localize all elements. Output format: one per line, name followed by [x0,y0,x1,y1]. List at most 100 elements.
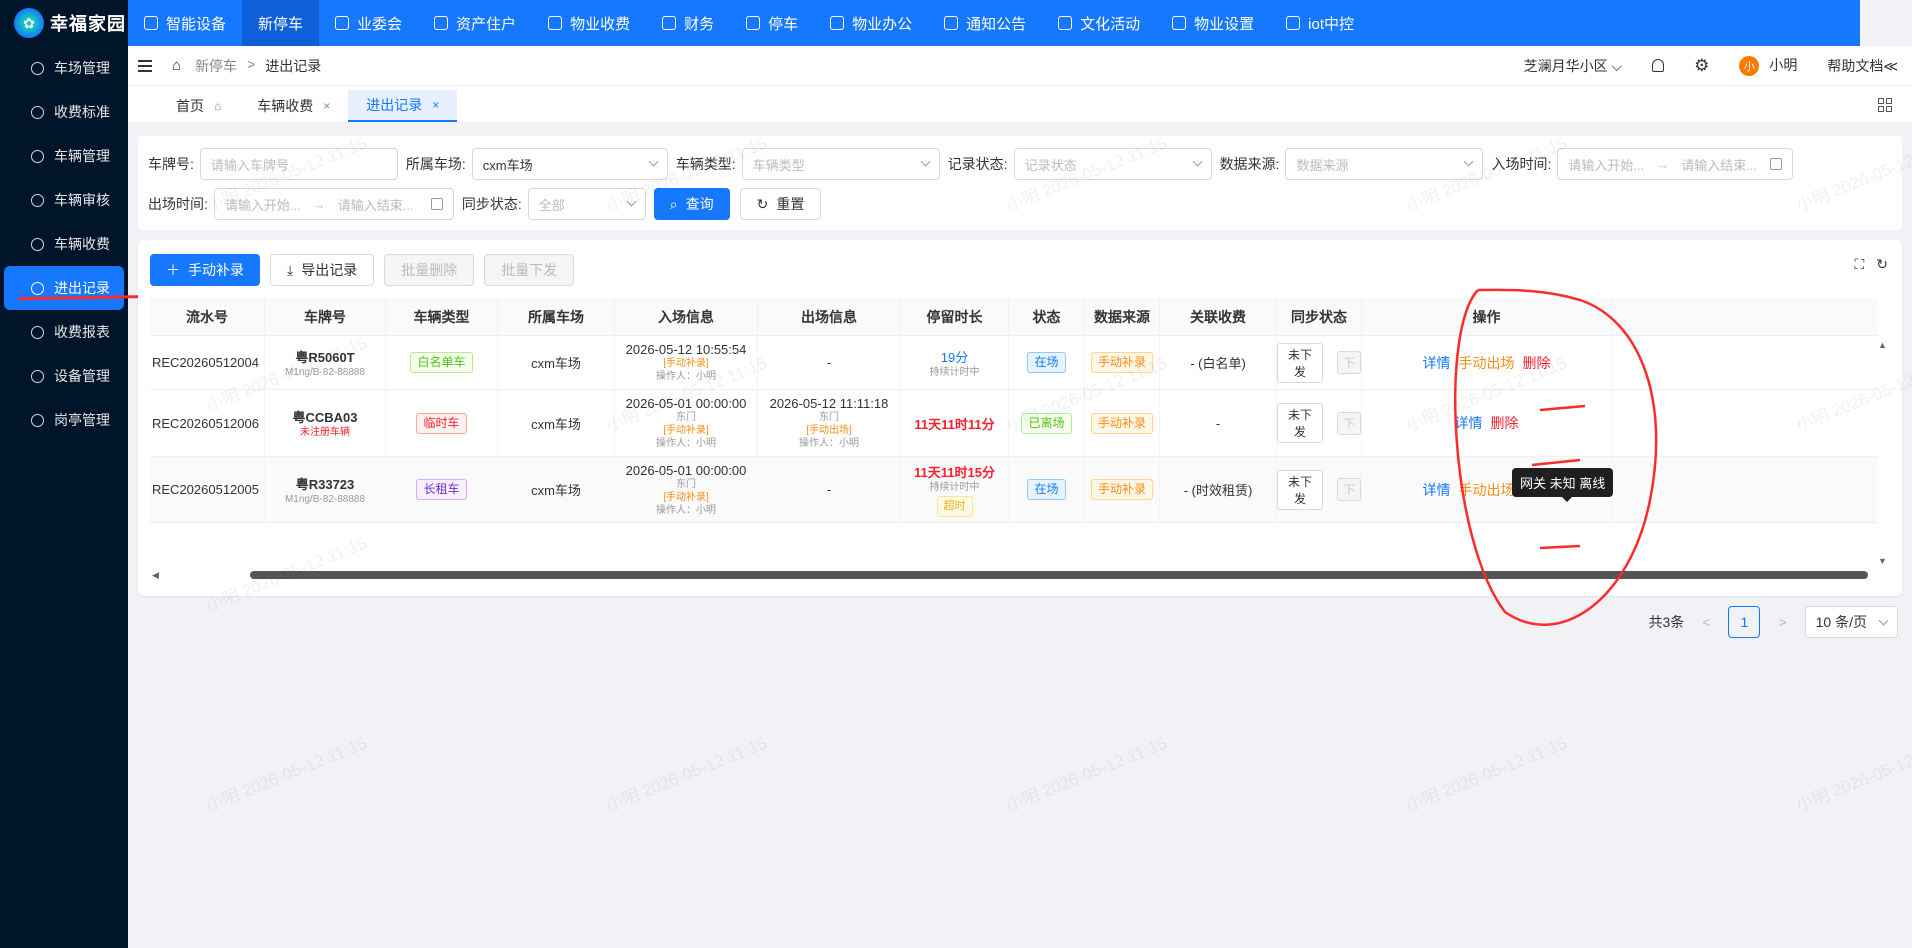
top-menu-item[interactable]: 停车 [730,0,814,46]
sync-send-button[interactable]: 下 [1336,351,1361,374]
top-menu-item[interactable]: 业委会 [319,0,418,46]
top-menu-item[interactable]: 新停车 [242,0,320,46]
breadcrumb-parent[interactable]: 新停车 [195,56,237,76]
tab-label: 首页 [176,98,204,114]
fullscreen-icon[interactable]: ⛶ [1854,256,1864,273]
bell-icon[interactable] [1652,59,1665,72]
chevron-down-icon [1192,156,1203,167]
entry-operator: 操作人：小明 [656,504,716,516]
table-cell: 未下发下 [1277,390,1362,456]
search-button[interactable]: ⌕ 查询 [653,188,730,220]
sync-send-button[interactable]: 下 [1336,478,1361,501]
sidebar-item[interactable]: 设备管理 [4,354,124,398]
horizontal-scrollbar[interactable]: ◀ [150,570,1870,580]
status-tag: 在场 [1027,479,1066,500]
sync-status-button[interactable]: 未下发 [1277,469,1323,510]
sidebar-item[interactable]: 收费标准 [4,90,124,134]
top-menu-item[interactable]: 通知公告 [928,0,1042,46]
record-status-select[interactable]: 记录状态 [1013,148,1212,180]
top-menu-item[interactable]: 文化活动 [1042,0,1156,46]
close-icon[interactable]: × [323,99,330,113]
top-menu-label: 停车 [768,15,799,33]
exit-source-tag: [手动出场] [806,425,852,436]
sidebar-item[interactable]: 车辆审核 [4,178,124,222]
help-docs-link[interactable]: 帮助文档≪ [1827,56,1898,76]
search-button-label: 查询 [685,196,714,212]
sidebar-item[interactable]: 车辆管理 [4,134,124,178]
user-menu[interactable]: 小小明 [1739,55,1797,76]
top-menu-item[interactable]: 资产住户 [418,0,532,46]
manual-exit-link[interactable]: 手动出场 [1459,480,1515,500]
app-logo[interactable]: ✿ 幸福家园 [0,0,128,46]
menu-icon [1286,16,1301,30]
batch-send-button[interactable]: 批量下发 [484,254,575,286]
community-select[interactable]: 芝澜月华小区 ⌵ [1524,56,1623,76]
manual-add-button[interactable]: ＋ 手动补录 [150,254,260,286]
sidebar-item[interactable]: 收费报表 [4,310,124,354]
column-header: 出场信息 [758,298,901,335]
refresh-icon[interactable]: ↻ [1876,256,1888,273]
table-cell: 已离场 [1009,390,1085,456]
vertical-scrollbar[interactable]: ▲ ▼ [1878,340,1888,566]
data-source-tag: 手动补录 [1090,352,1153,373]
sidebar-item[interactable]: 进出记录 [4,266,124,310]
home-icon[interactable]: ⌂ [172,57,181,74]
sidebar-item-label: 岗亭管理 [54,412,110,428]
next-page-button[interactable]: > [1778,614,1786,630]
delete-link[interactable]: 删除 [1523,353,1551,373]
detail-link[interactable]: 详情 [1423,353,1451,373]
home-icon: ⌂ [214,99,222,113]
menu-fold-icon[interactable] [138,59,152,72]
top-menu-item[interactable]: 财务 [646,0,730,46]
menu-icon [335,16,350,30]
sidebar-item[interactable]: 车场管理 [4,46,124,90]
close-icon[interactable]: × [432,98,439,112]
top-menu-item[interactable]: 智能设备 [128,0,242,46]
top-menu-item[interactable]: iot中控 [1270,0,1370,46]
manual-exit-link[interactable]: 手动出场 [1459,353,1515,373]
detail-link[interactable]: 详情 [1423,480,1451,500]
page-size-select[interactable]: 10 条/页 [1804,606,1898,638]
exit-time-range[interactable]: 请输入开始... → 请输入结束... [213,188,454,220]
top-menu-item[interactable]: 物业办公 [814,0,928,46]
exit-time: - [826,482,832,497]
tab-home[interactable]: 首页 ⌂ [158,90,239,122]
table-cell: 2026-05-01 00:00:00 东门 [手动补录] 操作人：小明 [615,390,758,456]
tab-access-records[interactable]: 进出记录 × [348,90,458,122]
plate-subtext: M1ng/B-82-88888 [284,366,366,378]
reset-button[interactable]: ↻ 重置 [739,188,822,220]
lot-select[interactable]: cxm车场 [471,148,668,180]
sync-status-select[interactable]: 全部 [527,188,646,220]
sync-status-button[interactable]: 未下发 [1277,403,1323,443]
scrollbar-thumb[interactable] [250,571,1868,579]
sidebar-item[interactable]: 岗亭管理 [4,398,124,442]
entry-time-range[interactable]: 请输入开始... → 请输入结束... [1557,148,1794,180]
menu-icon [746,16,761,30]
top-menu-item[interactable]: 物业收费 [532,0,646,46]
sidebar-item[interactable]: 车辆收费 [4,222,124,266]
sidebar-icon [31,413,44,427]
gear-icon[interactable]: ⚙ [1694,56,1709,76]
sync-status-button[interactable]: 未下发 [1277,342,1323,383]
top-menu-item[interactable]: 物业设置 [1156,0,1270,46]
entry-source-tag: [手动补录] [663,425,709,436]
sync-send-button[interactable]: 下 [1336,411,1361,435]
export-button[interactable]: ⤓ 导出记录 [270,254,375,286]
entry-operator: 操作人：小明 [656,371,716,382]
plate-input[interactable]: 请输入车牌号 [199,148,398,180]
column-header: 关联收费 [1160,298,1277,335]
top-menu-label: 资产住户 [456,15,517,33]
batch-delete-button[interactable]: 批量删除 [384,254,475,286]
table-cell: 详情手动出场删除 [1362,336,1612,389]
page-1-button[interactable]: 1 [1728,606,1761,638]
grid-icon[interactable] [1878,98,1892,112]
vehicle-type-select[interactable]: 车辆类型 [741,148,940,180]
delete-link[interactable]: 删除 [1491,413,1519,433]
prev-page-button[interactable]: < [1702,614,1710,630]
scroll-left-icon[interactable]: ◀ [152,570,159,581]
column-header: 停留时长 [901,298,1009,335]
tab-vehicle-fee[interactable]: 车辆收费 × [239,90,348,122]
entry-time: 2026-05-12 10:55:54 [625,342,747,357]
data-source-select[interactable]: 数据来源 [1285,148,1484,180]
detail-link[interactable]: 详情 [1455,413,1483,433]
